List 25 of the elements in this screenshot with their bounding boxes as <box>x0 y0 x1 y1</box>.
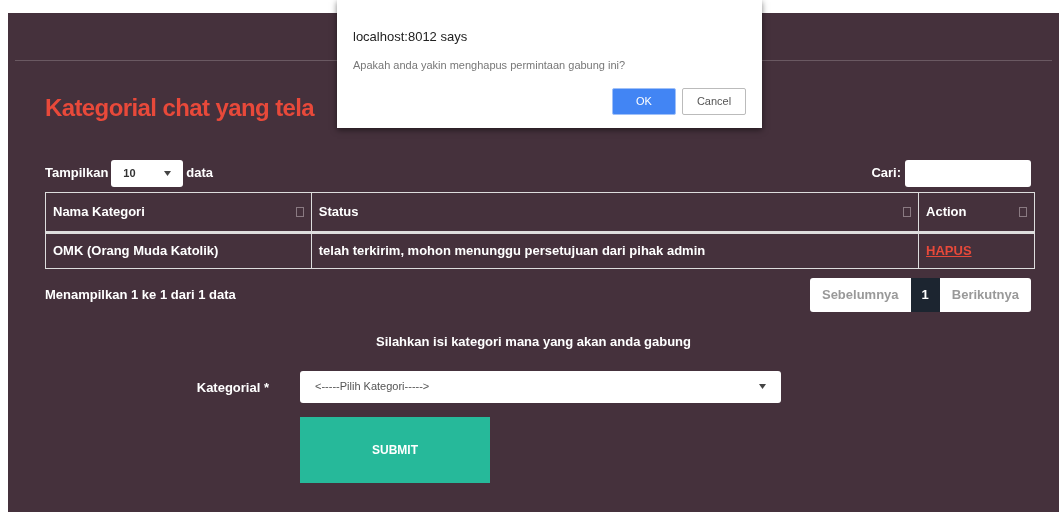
search-field[interactable] <box>905 159 1031 187</box>
sort-icon[interactable] <box>903 207 912 217</box>
status-cell: telah terkirim, mohon menunggu persetujuan dari pihak admin <box>318 243 706 259</box>
show-label: Tampilkan <box>45 164 109 183</box>
dialog-title: localhost:8012 says <box>353 28 469 46</box>
sort-icon[interactable] <box>295 207 304 217</box>
category-select[interactable]: <-----Pilih Kategori-----> <box>300 370 781 403</box>
search-label: Cari: <box>871 164 901 183</box>
column-header[interactable]: Status <box>318 202 359 222</box>
caret-icon <box>759 384 766 389</box>
category-name-cell: OMK (Orang Muda Katolik) <box>53 243 219 259</box>
page-heading: Kategorial chat yang tela <box>45 93 315 123</box>
page-button[interactable]: 1 <box>910 278 940 312</box>
table-info: Menampilkan 1 ke 1 dari 1 data <box>45 286 236 305</box>
caret-icon <box>164 170 172 176</box>
dialog-message: Apakah anda yakin menghapus permintaan gabung ini? <box>353 57 627 73</box>
entries-select[interactable]: 10 <box>111 159 184 187</box>
column-header[interactable]: Action <box>926 202 967 222</box>
cancel-button[interactable]: Cancel <box>682 88 746 115</box>
column-header[interactable]: Nama Kategori <box>53 202 145 222</box>
ok-button[interactable]: OK <box>612 88 676 115</box>
sort-icon[interactable] <box>1019 207 1027 217</box>
category-label: Kategorial * <box>196 379 269 395</box>
data-label: data <box>186 164 214 183</box>
form-intro: Silahkan isi kategori mana yang akan anda gabung <box>376 334 691 349</box>
